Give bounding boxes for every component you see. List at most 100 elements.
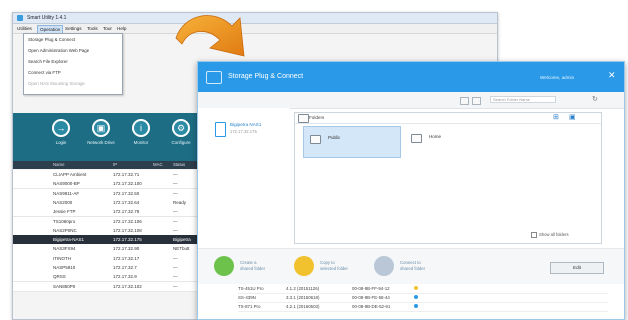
col-mac[interactable]: MAC <box>153 162 163 167</box>
cell-name: SAN850P0 <box>53 283 76 289</box>
cell-name: TS1060pro <box>53 218 76 224</box>
cell-ver: 4.2.1 (20160503) <box>286 303 320 309</box>
folder-header-label: Folders <box>309 115 325 120</box>
dropdown-item-file-explorer[interactable]: Search File Explorer <box>28 59 68 64</box>
cell-status: — <box>173 227 178 233</box>
action-label: Copy to <box>320 260 335 265</box>
cell-ip: 172.17.32.78 <box>113 209 140 215</box>
operation-dropdown-menu: Storage Plug & Connect Open Administrati… <box>23 33 123 95</box>
show-all-folders-checkbox[interactable]: Show all folders <box>531 232 569 238</box>
cell-ver: 4.1.2 (20151126) <box>286 285 320 291</box>
cell-name: CLIAPP Ambient <box>53 172 87 177</box>
action-bar: Create a shared folder Copy to selected … <box>198 248 624 285</box>
login-label: Login <box>55 140 67 145</box>
device-name[interactable]: Bigipetra NAS1 <box>230 122 261 127</box>
cell-ver: 3.3.1 (20150618) <box>286 294 320 300</box>
cell-name: NAS2P0NC <box>53 227 77 233</box>
front-subbar: Search Folder Name ↻ <box>198 92 624 109</box>
list-item[interactable]: TS-871 Pro 4.2.1 (20160503) 00-08-9B-DE-52… <box>238 302 608 312</box>
front-device-list: TS-451U Pro 4.1.2 (20151126) 00-08-9B-FF-9… <box>198 284 624 319</box>
nas-device-icon <box>215 122 226 137</box>
folder-home[interactable]: Home <box>407 126 467 156</box>
network-drive-button[interactable]: ▣ Network Drive <box>81 119 121 145</box>
cell-status: — <box>173 274 178 280</box>
cell-mac: 00-08-9B-DE-52-91 <box>352 303 391 309</box>
new-folder-icon[interactable]: ⊞ <box>553 113 559 121</box>
refresh-icon[interactable]: ↻ <box>592 95 598 103</box>
cell-status: — <box>173 172 178 177</box>
cell-ip: 172.17.32.175 <box>113 237 142 243</box>
create-folder-icon <box>214 256 234 276</box>
cell-model: SS-439N <box>238 294 256 300</box>
configure-label: Configure <box>171 140 191 145</box>
cell-name: QRSS <box>53 274 66 280</box>
cell-name: Jessie FTP <box>53 209 76 215</box>
copy-icon <box>294 256 314 276</box>
dropdown-item-admin-web[interactable]: Open Administration Web Page <box>28 48 89 53</box>
save-icon[interactable]: ▣ <box>569 113 576 121</box>
grid-view-icon[interactable] <box>460 97 469 105</box>
info-icon: i <box>132 119 150 137</box>
dropdown-item-storage-plug[interactable]: Storage Plug & Connect <box>28 37 75 42</box>
cell-ip: 172.17.32.106 <box>113 218 142 224</box>
cell-ip: 172.17.32.17 <box>113 255 140 261</box>
login-button[interactable]: → Login <box>41 119 81 145</box>
cell-name: ITINOTH <box>53 255 71 261</box>
cell-mac: 00-08-9B-FE-58-44 <box>352 294 390 300</box>
menu-utilities[interactable]: Utilities <box>15 25 34 32</box>
folder-public[interactable]: Public <box>303 126 401 158</box>
cell-name: NAS9000-BP <box>53 181 80 187</box>
user-menu[interactable]: Welcome, admin <box>540 75 574 80</box>
folder-name: Public <box>328 135 341 140</box>
configure-button[interactable]: ⚙ Configure <box>161 119 201 145</box>
cell-name: Bigipetra-NAS1 <box>53 237 85 243</box>
action-label: Create a <box>240 260 257 265</box>
col-name[interactable]: Name <box>53 162 64 167</box>
cell-status: Bigipetra <box>173 237 191 243</box>
monitor-label: Monitor <box>133 140 149 145</box>
cell-status: — <box>173 283 178 289</box>
menu-tour[interactable]: Tour <box>101 25 114 32</box>
show-all-label: Show all folders <box>539 232 569 238</box>
col-status[interactable]: Status <box>173 162 185 167</box>
cell-status: — <box>173 190 178 196</box>
folder-header: Folders ⊞ ▣ <box>295 113 601 124</box>
cell-ip: 172.17.32.108 <box>113 227 142 233</box>
action-label: shared folder <box>400 266 426 271</box>
cell-mac: 00-08-9B-FF-94-12 <box>352 285 390 291</box>
checkbox[interactable] <box>531 232 537 238</box>
login-icon: → <box>52 119 70 137</box>
menu-help[interactable]: Help <box>115 25 128 32</box>
folder-icon <box>298 114 309 123</box>
menu-tools[interactable]: Tools <box>85 25 100 32</box>
folder-area: Folders ⊞ ▣ Public Home Show all folders <box>294 112 602 244</box>
cell-ip: 172.17.32.71 <box>113 172 140 177</box>
cell-model: TS-871 Pro <box>238 303 261 309</box>
cell-status: — <box>173 181 178 187</box>
gear-icon: ⚙ <box>172 119 190 137</box>
col-ip[interactable]: IP <box>113 162 117 167</box>
folder-icon <box>310 135 321 144</box>
storage-plug-window: Storage Plug & Connect Welcome, admin ✕ … <box>197 61 625 320</box>
cell-name: NAS2000 <box>53 199 73 205</box>
folder-icon <box>411 134 422 143</box>
status-dot-icon <box>414 304 418 308</box>
device-ip: 172.17.32.175 <box>230 129 257 134</box>
status-dot-icon <box>414 295 418 299</box>
search-input[interactable]: Search Folder Name <box>490 96 556 103</box>
cell-status: — <box>173 209 178 215</box>
list-view-icon[interactable] <box>472 97 481 105</box>
dropdown-item-nas-mount: Open NAS Mounting Storage <box>28 81 85 86</box>
cell-name: NAS3FX94 <box>53 246 76 252</box>
app-icon <box>17 15 23 21</box>
monitor-button[interactable]: i Monitor <box>121 119 161 145</box>
front-window-titlebar: Storage Plug & Connect Welcome, admin ✕ <box>198 62 624 92</box>
network-drive-label: Network Drive <box>87 140 115 145</box>
back-window-title: Smart Utility 1.4.1 <box>27 15 67 21</box>
edit-button[interactable]: Edit <box>550 262 604 274</box>
status-dot-icon <box>414 286 418 290</box>
menu-settings[interactable]: Settings <box>63 25 84 32</box>
dropdown-item-ftp[interactable]: Connect via FTP <box>28 70 61 75</box>
close-icon[interactable]: ✕ <box>608 70 616 81</box>
cell-name: NAS9911-AF <box>53 190 80 196</box>
